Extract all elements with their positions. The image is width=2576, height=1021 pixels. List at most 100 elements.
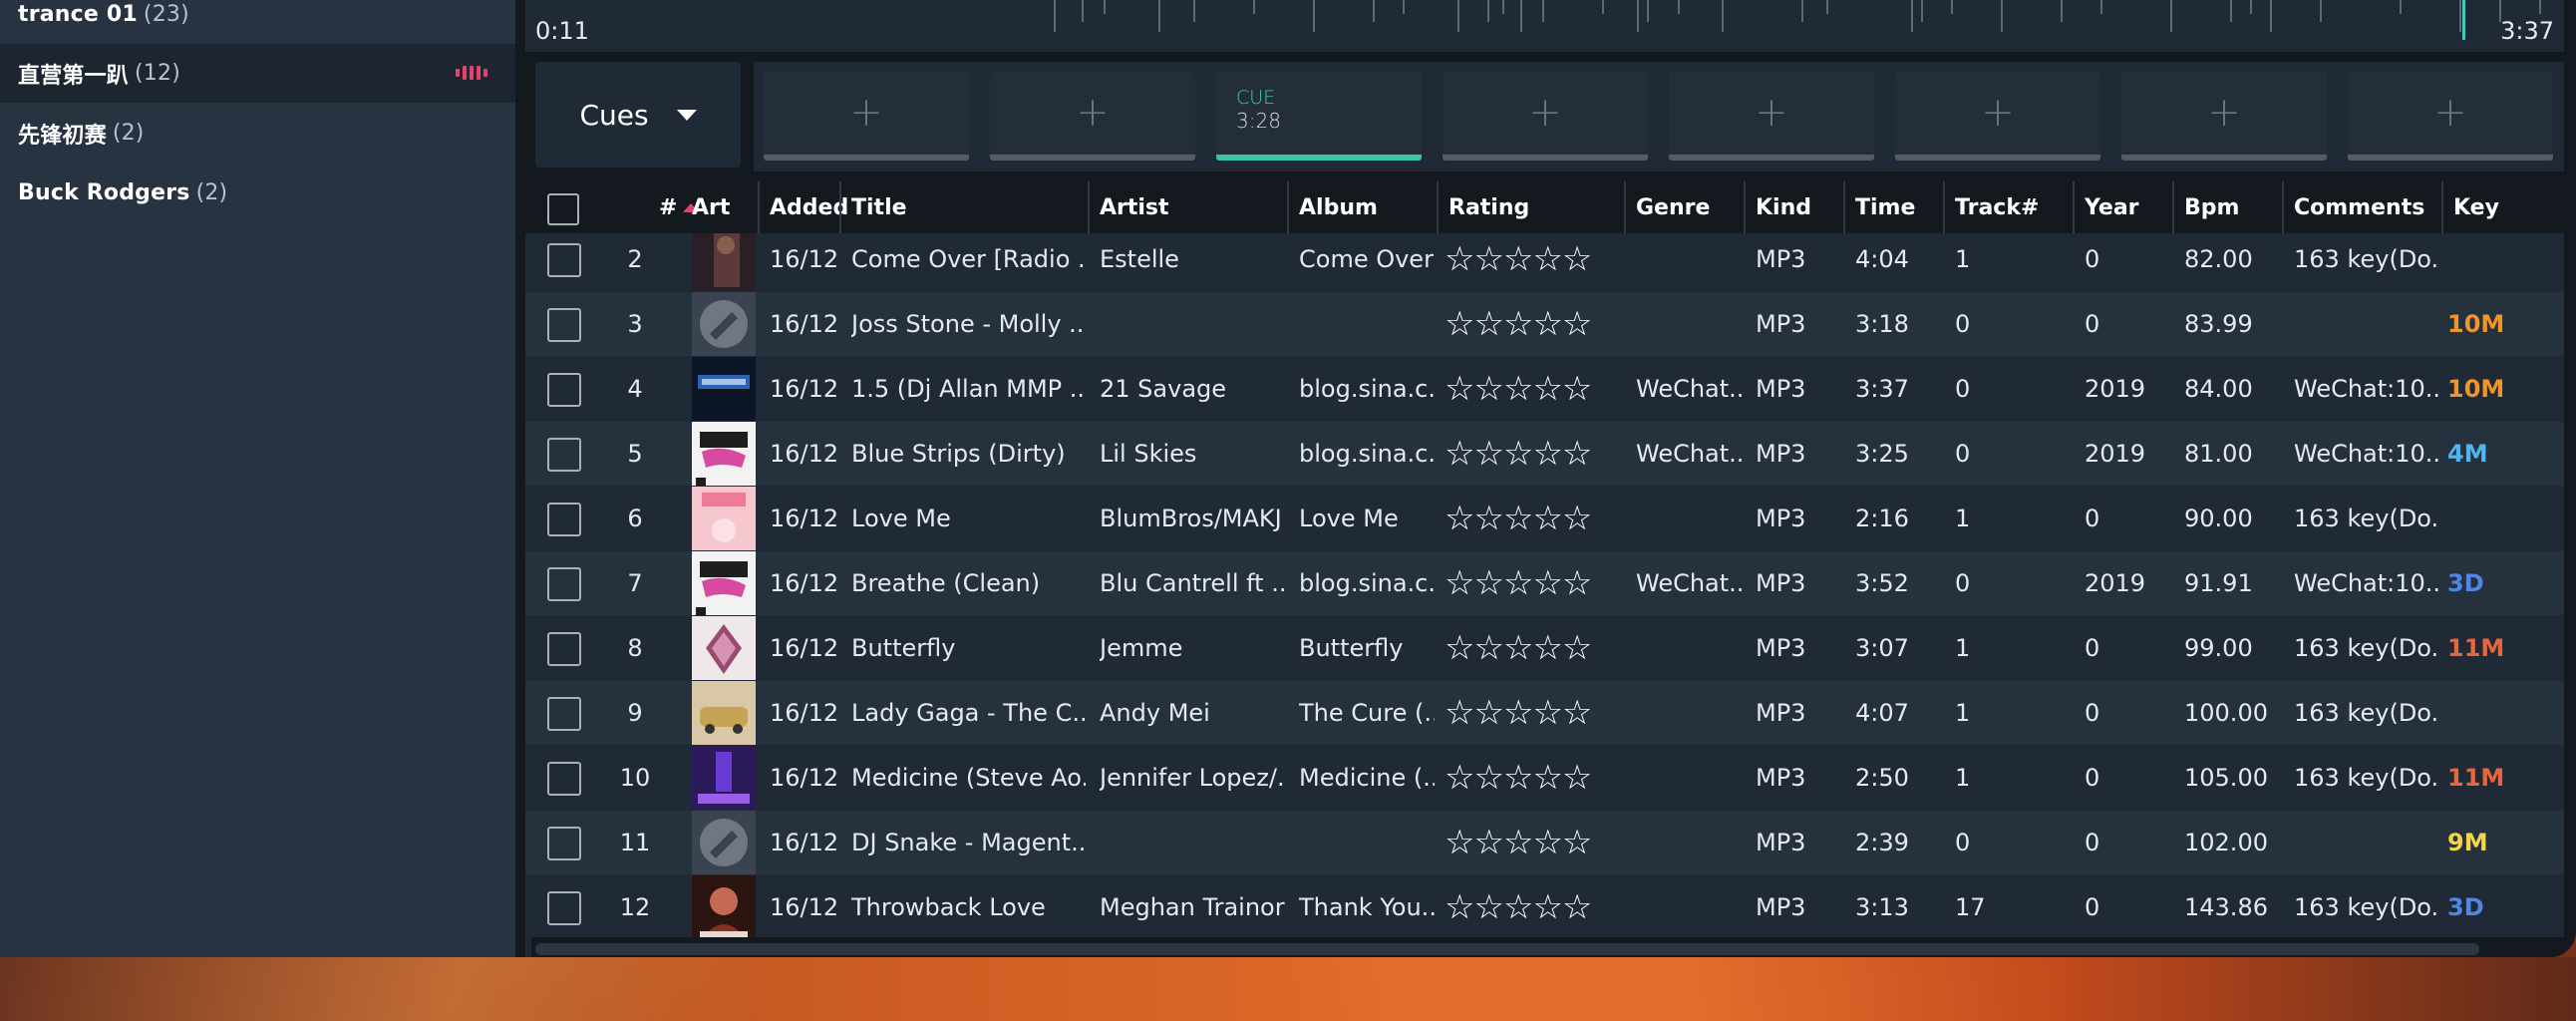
cell-num: 8	[627, 634, 643, 662]
table-row[interactable]: 1016/12/...Medicine (Steve Ao...Jennifer…	[525, 746, 2564, 810]
column-header-label: Added	[770, 194, 849, 220]
column-header-bpm[interactable]: Bpm	[2172, 181, 2282, 233]
column-header-rating[interactable]: Rating	[1437, 181, 1624, 233]
cell-title: Medicine (Steve Ao...	[851, 764, 1086, 792]
table-row[interactable]: 12 16/12/... Throwback Love Meghan Trainor T…	[525, 875, 2564, 937]
plus-icon: +	[1076, 90, 1110, 136]
cell-year: 2019	[2085, 440, 2146, 468]
column-header-added[interactable]: Added	[758, 181, 848, 233]
cell-rating[interactable]: ☆☆☆☆☆	[1445, 422, 1618, 486]
sidebar-item-xianfeng[interactable]: 先锋初赛 (2)	[0, 104, 515, 163]
cell-rating[interactable]: ☆☆☆☆☆	[1445, 233, 1618, 291]
select-all-checkbox[interactable]	[547, 193, 579, 225]
cell-rating[interactable]: ☆☆☆☆☆	[1445, 357, 1618, 421]
column-header-track[interactable]: Track#	[1943, 181, 2073, 233]
cell-key: 10M	[2447, 375, 2505, 403]
playlist-name: trance 01	[18, 2, 138, 27]
cell-num: 10	[619, 764, 651, 792]
table-row[interactable]: 3 16/12/... Joss Stone - Molly ... ☆☆☆☆☆ MP3…	[525, 292, 2564, 356]
sidebar-item-trance-01[interactable]: trance 01 (23)	[0, 0, 515, 44]
cell-track: 0	[1955, 440, 1971, 468]
table-row[interactable]: 11 16/12/... DJ Snake - Magent... ☆☆☆☆☆ MP3 2…	[525, 811, 2564, 874]
cues-row: Cues + + CUE 3:28 + + + + +	[525, 62, 2564, 173]
desktop-wallpaper	[0, 957, 2576, 1021]
cell-rating[interactable]: ☆☆☆☆☆	[1445, 292, 1618, 356]
cue-pad-add-button[interactable]: +	[1669, 71, 1874, 161]
cell-rating[interactable]: ☆☆☆☆☆	[1445, 551, 1618, 615]
row-checkbox[interactable]	[547, 632, 581, 666]
cue-pad-set[interactable]: CUE 3:28	[1216, 71, 1422, 161]
waveform-bar	[1104, 0, 1106, 14]
cues-dropdown[interactable]: Cues	[535, 62, 741, 168]
column-header-label: Art	[692, 194, 731, 220]
waveform-bar	[2001, 0, 2003, 32]
cue-pad-add-button[interactable]: +	[990, 71, 1195, 161]
column-header-year[interactable]: Year	[2073, 181, 2172, 233]
row-checkbox[interactable]	[547, 308, 581, 342]
waveform-bar	[1253, 0, 1255, 14]
cell-rating[interactable]: ☆☆☆☆☆	[1445, 681, 1618, 745]
column-header-genre[interactable]: Genre	[1624, 181, 1744, 233]
cell-added: 16/12/...	[770, 310, 837, 338]
cell-added: 16/12/...	[770, 893, 837, 921]
waveform-overview[interactable]: 0:11 3:37	[525, 0, 2564, 52]
column-header-artist[interactable]: Artist	[1088, 181, 1287, 233]
column-header-label: Year	[2085, 194, 2139, 220]
column-header-comments[interactable]: Comments	[2282, 181, 2441, 233]
cell-bpm: 105.00	[2184, 764, 2268, 792]
table-row[interactable]: 9 16/12/... Lady Gaga - The C... Andy Mei Th…	[525, 681, 2564, 745]
cell-added: 16/12/...	[770, 634, 837, 662]
column-header-art[interactable]: Art	[690, 181, 758, 233]
waveform-bar	[1054, 0, 1056, 32]
cell-album: blog.sina.c...	[1299, 440, 1435, 468]
row-checkbox[interactable]	[547, 438, 581, 472]
waveform-bar	[1647, 0, 1649, 22]
cell-rating[interactable]: ☆☆☆☆☆	[1445, 811, 1618, 874]
sidebar-item-buck-rodgers[interactable]: Buck Rodgers (2)	[0, 164, 515, 222]
cue-pad-add-button[interactable]: +	[2121, 71, 2327, 161]
row-checkbox[interactable]	[547, 503, 581, 536]
playhead-marker[interactable]	[2462, 0, 2465, 40]
cell-artist: 21 Savage	[1100, 375, 1227, 403]
cue-pad-add-button[interactable]: +	[1443, 71, 1648, 161]
column-header-kind[interactable]: Kind	[1744, 181, 1843, 233]
cell-rating[interactable]: ☆☆☆☆☆	[1445, 746, 1618, 810]
cues-dropdown-label: Cues	[579, 98, 649, 132]
cell-year: 2019	[2085, 375, 2146, 403]
waveform-bar	[1193, 0, 1195, 22]
column-header-label: Kind	[1756, 194, 1811, 220]
row-checkbox[interactable]	[547, 373, 581, 407]
table-row[interactable]: 7 16/12/... Breathe (Clean) Blu Cantrell ft…	[525, 551, 2564, 615]
row-checkbox[interactable]	[547, 891, 581, 925]
sidebar-item-zhiying[interactable]: 直营第一趴 (12)	[0, 44, 515, 103]
cell-bpm: 84.00	[2184, 375, 2253, 403]
cell-rating[interactable]: ☆☆☆☆☆	[1445, 875, 1618, 937]
row-checkbox[interactable]	[547, 762, 581, 796]
cell-comments: 163 key(Do...	[2294, 764, 2439, 792]
column-header-num[interactable]: #	[595, 181, 700, 233]
scrollbar-thumb[interactable]	[535, 943, 2479, 955]
column-header-album[interactable]: Album	[1287, 181, 1437, 233]
row-checkbox[interactable]	[547, 567, 581, 601]
row-checkbox[interactable]	[547, 243, 581, 277]
table-row[interactable]: 8 16/12/... Butterfly Jemme Butterfly ☆☆☆☆☆ MP…	[525, 616, 2564, 680]
table-row[interactable]: 2 16/12/... Come Over [Radio ... Estelle Com…	[525, 233, 2564, 291]
table-row[interactable]: 6 16/12/... Love Me BlumBros/MAKJ Love Me ☆☆☆…	[525, 487, 2564, 550]
horizontal-scrollbar[interactable]	[531, 937, 2564, 957]
row-checkbox[interactable]	[547, 827, 581, 860]
table-row[interactable]: 5 16/12/... Blue Strips (Dirty) Lil Skies bl…	[525, 422, 2564, 486]
cell-title: Breathe (Clean)	[851, 569, 1041, 597]
column-header-time[interactable]: Time	[1843, 181, 1943, 233]
waveform-bar	[2270, 0, 2272, 32]
cell-year: 0	[2085, 310, 2100, 338]
column-header-key[interactable]: Key	[2441, 181, 2564, 233]
cell-rating[interactable]: ☆☆☆☆☆	[1445, 487, 1618, 550]
table-row[interactable]: 4 16/12/... 1.5 (Dj Allan MMP ... 21 Savage…	[525, 357, 2564, 421]
cue-pad-add-button[interactable]: +	[2348, 71, 2553, 161]
cue-pad-add-button[interactable]: +	[764, 71, 969, 161]
column-header-title[interactable]: Title	[839, 181, 1088, 233]
cell-rating[interactable]: ☆☆☆☆☆	[1445, 616, 1618, 680]
cell-genre: WeChat...	[1636, 375, 1742, 403]
row-checkbox[interactable]	[547, 697, 581, 731]
cue-pad-add-button[interactable]: +	[1895, 71, 2100, 161]
